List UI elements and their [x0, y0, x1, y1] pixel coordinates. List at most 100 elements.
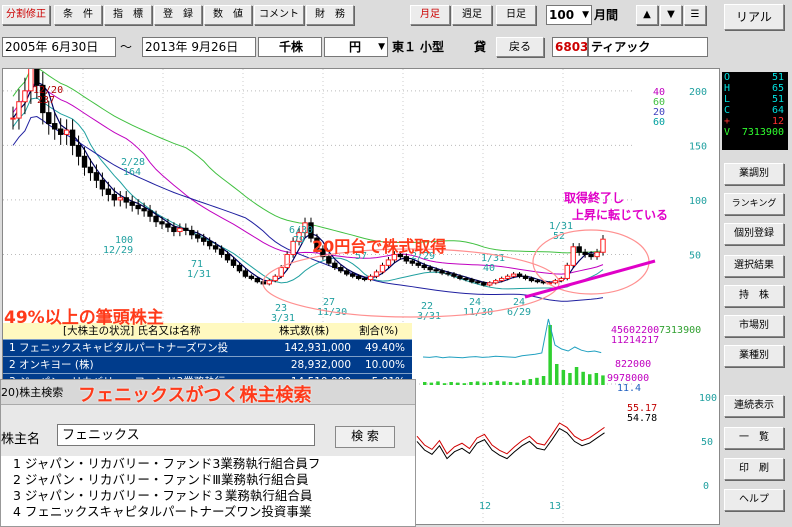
stock-code-field[interactable]: 6803	[552, 37, 588, 57]
holder-ratio: 10.00%	[364, 359, 405, 371]
open-value: 51	[771, 72, 784, 83]
down-arrow-button[interactable]: ▼	[660, 5, 682, 25]
candle-body	[230, 259, 237, 266]
annotation-label: 164	[123, 167, 141, 178]
date-from-field[interactable]: 2005年 6月30日	[2, 37, 116, 57]
print-button[interactable]: 印 刷	[724, 458, 784, 480]
volume-bar	[601, 375, 605, 385]
volume-bar	[535, 377, 539, 385]
candle-body	[403, 256, 410, 262]
stock-name-field: ティアック	[588, 37, 708, 57]
table-row[interactable]: 2 オンキヨー (株) 28,932,000 10.00%	[3, 357, 412, 374]
breakout-ellipse	[532, 229, 650, 295]
type-label: 小型	[420, 40, 445, 54]
open-label: O	[724, 72, 731, 83]
candle-body	[254, 277, 261, 283]
search-results-list[interactable]: 1 ジャパン・リカバリー・ファンド3業務執行組合員フ 2 ジャパン・リカバリー・…	[1, 456, 415, 526]
weekly-button[interactable]: 週足	[452, 5, 492, 25]
y-tick-label: 50	[689, 250, 701, 261]
high-label: H	[724, 83, 731, 94]
change-value: 12	[771, 116, 784, 127]
table-row[interactable]: 1 フェニックスキャピタルパートナーズワン投 142,931,000 49.40…	[3, 340, 412, 357]
holder-name: 1 フェニックスキャピタルパートナーズワン投	[9, 342, 229, 354]
volume-bar	[574, 367, 579, 385]
currency-select[interactable]: 円 ▼	[324, 37, 388, 57]
individual-register-button[interactable]: 個別登録	[724, 223, 784, 245]
candle-body	[195, 234, 201, 239]
indicator-value: 54.78	[627, 413, 657, 424]
volume-bar	[528, 379, 533, 385]
candle-body	[236, 264, 243, 272]
condition-button[interactable]: 条 件	[54, 5, 102, 25]
volume-bar	[594, 373, 599, 385]
daily-button[interactable]: 日足	[496, 5, 536, 25]
candle-body	[439, 270, 445, 274]
candle-body	[338, 267, 344, 272]
split-adjust-button[interactable]: 分割修正	[2, 5, 50, 25]
list-item[interactable]: 2 ジャパン・リカバリー・ファンドⅢ業務執行組合員	[1, 472, 415, 488]
volume-bar	[522, 380, 526, 385]
candle-body	[361, 277, 368, 281]
volume-bar	[581, 371, 585, 385]
financial-button[interactable]: 財 務	[306, 5, 354, 25]
trend-arrow-line	[524, 259, 656, 299]
volume-bar	[429, 382, 434, 385]
count-unit-label: 月間	[594, 8, 619, 22]
industry-survey-button[interactable]: 業調別	[724, 163, 784, 185]
candle-body	[189, 229, 195, 236]
market-button[interactable]: 市場別	[724, 315, 784, 337]
y-tick-label: 100	[689, 196, 707, 207]
numeric-button[interactable]: 数 値	[204, 5, 252, 25]
candle-body	[141, 208, 147, 212]
candle-body	[594, 251, 600, 258]
volume-value: 11.4	[617, 383, 641, 394]
monthly-button[interactable]: 月足	[410, 5, 450, 25]
register-button[interactable]: 登 録	[154, 5, 202, 25]
count-select[interactable]: 100 ▼	[546, 5, 592, 25]
candle-body	[105, 188, 112, 195]
y-tick-label: 200	[689, 87, 707, 98]
holder-shares: 28,932,000	[290, 359, 351, 371]
ma-line-magenta	[12, 83, 604, 275]
search-window-title: 20)株主検索	[1, 386, 64, 399]
volume-bar	[568, 373, 572, 385]
comment-button[interactable]: コメント	[254, 5, 304, 25]
sector-button[interactable]: 業種別	[724, 345, 784, 367]
list-item[interactable]: 1 ジャパン・リカバリー・ファンド3業務執行組合員フ	[1, 456, 415, 472]
volume-bar	[423, 382, 427, 385]
search-button[interactable]: 検 索	[335, 426, 395, 448]
ranking-button[interactable]: ランキング	[724, 193, 784, 215]
low-value: 51	[771, 94, 784, 105]
help-button[interactable]: ヘルプ	[724, 489, 784, 511]
market-label: 東１	[392, 40, 417, 54]
date-to-field[interactable]: 2013年 9月26日	[142, 37, 256, 57]
candle-body	[16, 101, 22, 119]
list-item[interactable]: 3 ジャパン・リカバリー・ファンド３業務執行組合員	[1, 488, 415, 504]
shareholder-name-input[interactable]: フェニックス	[57, 424, 315, 446]
holdings-button[interactable]: 持 株	[724, 285, 784, 307]
triangle-down-icon: ▼	[667, 9, 675, 20]
candle-body	[445, 272, 451, 275]
candle-body	[153, 215, 159, 223]
selection-result-button[interactable]: 選択結果	[724, 255, 784, 277]
candle-body	[123, 197, 129, 203]
continuous-display-button[interactable]: 連続表示	[724, 395, 784, 417]
candle-body	[457, 275, 463, 279]
volume-bar	[541, 376, 546, 385]
list-item[interactable]: 4 フェニックスキャピタルパートナーズワン投資事業	[1, 504, 415, 520]
candle-body	[421, 264, 427, 269]
candle-body	[242, 270, 249, 277]
currency-value: 円	[349, 40, 362, 54]
volume-bar	[508, 382, 513, 385]
change-label: +	[724, 116, 731, 127]
menu-button[interactable]: ☰	[684, 5, 706, 25]
up-arrow-button[interactable]: ▲	[636, 5, 658, 25]
candle-body	[564, 264, 570, 279]
real-button[interactable]: リアル	[724, 4, 784, 30]
back-button[interactable]: 戻る	[496, 37, 544, 57]
holder-name: 2 オンキヨー (株)	[9, 359, 94, 371]
list-button[interactable]: 一 覧	[724, 427, 784, 449]
end-annotation-line-1: 取得終了し	[564, 191, 625, 205]
indicator-line-red	[416, 422, 605, 455]
indicator-button[interactable]: 指 標	[104, 5, 152, 25]
